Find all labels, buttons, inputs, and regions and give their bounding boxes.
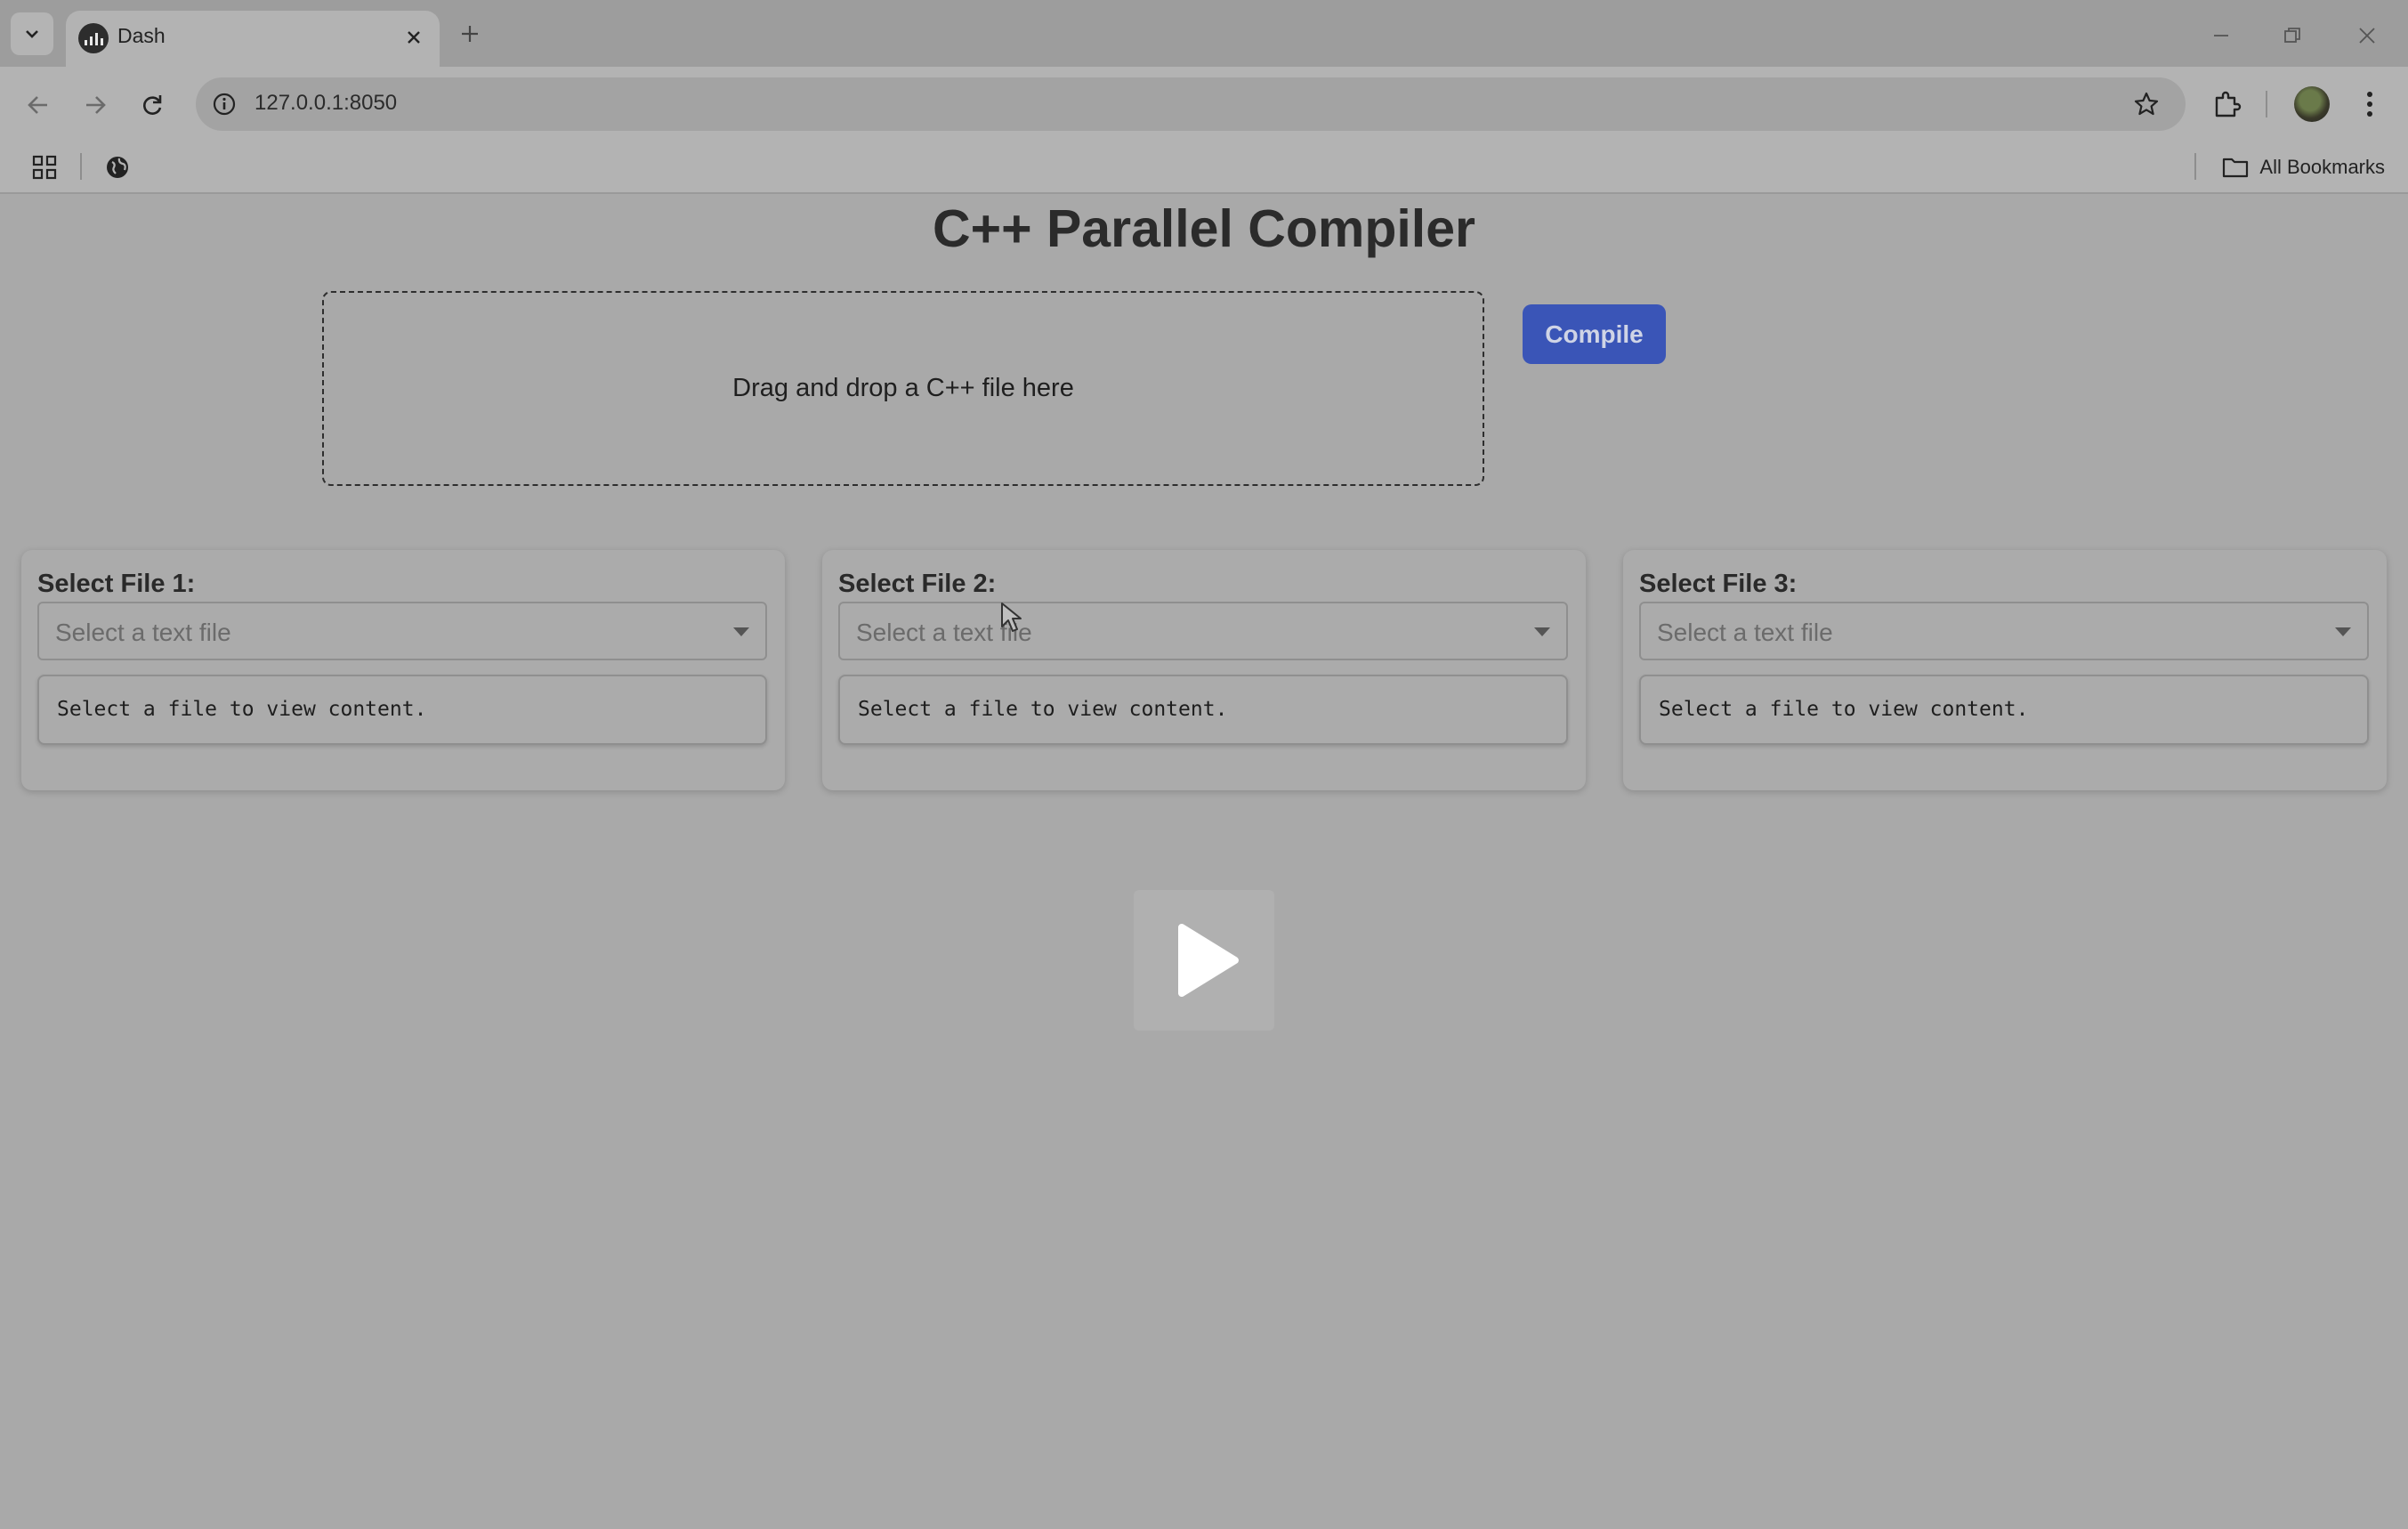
bookmarks-divider-right [2194,153,2196,180]
chevron-down-icon [26,30,38,38]
reload-button[interactable] [133,86,171,124]
apps-grid-icon[interactable] [27,150,62,185]
file-panel-label: Select File 2: [838,570,997,598]
file-content-text: Select a file to view content. [57,698,427,721]
file-select-dropdown[interactable]: Select a text file [37,602,767,660]
arrow-left-icon [28,96,47,114]
info-icon[interactable] [210,90,238,118]
url-text: 127.0.0.1:8050 [255,91,398,115]
file-select-dropdown[interactable]: Select a text file [1639,602,2369,660]
star-icon[interactable] [2130,88,2162,120]
back-button[interactable] [20,86,57,124]
caret-down-icon [1534,627,1550,636]
dash-bars-icon [78,23,109,53]
file-content-box: Select a file to view content. [1639,675,2369,745]
restore-button[interactable] [2276,20,2308,52]
file-panel-3: Select File 3: Select a text file Select… [1623,550,2387,790]
close-icon [408,31,420,44]
play-icon [1178,924,1239,997]
close-window-button[interactable] [2351,20,2383,52]
tab-close-button[interactable] [400,24,427,51]
dropdown-placeholder: Select a text file [1657,619,1833,646]
tab-strip: Dash [0,0,2408,67]
folder-icon [2223,158,2249,178]
minimize-icon [2214,35,2228,36]
file-panel-2: Select File 2: Select a text file Select… [822,550,1586,790]
address-bar[interactable]: 127.0.0.1:8050 [196,77,2186,131]
browser-tab[interactable]: Dash [66,11,440,67]
play-overlay-button[interactable] [1134,890,1274,1031]
minimize-button[interactable] [2205,20,2237,52]
new-tab-button[interactable] [456,20,484,48]
page-content: C++ Parallel Compiler Drag and drop a C+… [0,196,2408,1529]
globe-icon[interactable] [100,150,135,185]
dropdown-placeholder: Select a text file [55,619,231,646]
file-select-dropdown[interactable]: Select a text file [838,602,1568,660]
upload-prompt: Drag and drop a C++ file here [732,374,1074,402]
restore-icon [2284,28,2300,43]
file-panel-label: Select File 1: [37,570,196,598]
tab-search-button[interactable] [11,12,53,55]
file-content-text: Select a file to view content. [1659,698,2029,721]
mouse-cursor-icon [1001,603,1022,632]
kebab-menu-icon[interactable] [2351,85,2388,123]
bookmarks-divider [80,153,82,180]
close-icon [2359,28,2375,44]
bookmarks-bar: All Bookmarks [0,142,2408,194]
tab-title: Dash [117,24,166,47]
caret-down-icon [733,627,749,636]
file-panel-1: Select File 1: Select a text file Select… [21,550,785,790]
file-panel-label: Select File 3: [1639,570,1798,598]
arrow-right-icon [86,96,106,114]
all-bookmarks-label: All Bookmarks [2259,156,2385,178]
file-content-text: Select a file to view content. [858,698,1228,721]
toolbar-divider [2266,91,2267,117]
plus-icon [462,26,478,42]
file-upload-dropzone[interactable]: Drag and drop a C++ file here [322,291,1484,486]
reload-icon [143,95,162,115]
forward-button[interactable] [77,86,114,124]
all-bookmarks-button[interactable]: All Bookmarks [2222,150,2385,185]
file-content-box: Select a file to view content. [37,675,767,745]
caret-down-icon [2335,627,2351,636]
file-content-box: Select a file to view content. [838,675,1568,745]
compile-button[interactable]: Compile [1523,304,1666,364]
page-title: C++ Parallel Compiler [933,199,1475,258]
avatar[interactable] [2294,86,2330,122]
puzzle-icon[interactable] [2208,85,2245,123]
